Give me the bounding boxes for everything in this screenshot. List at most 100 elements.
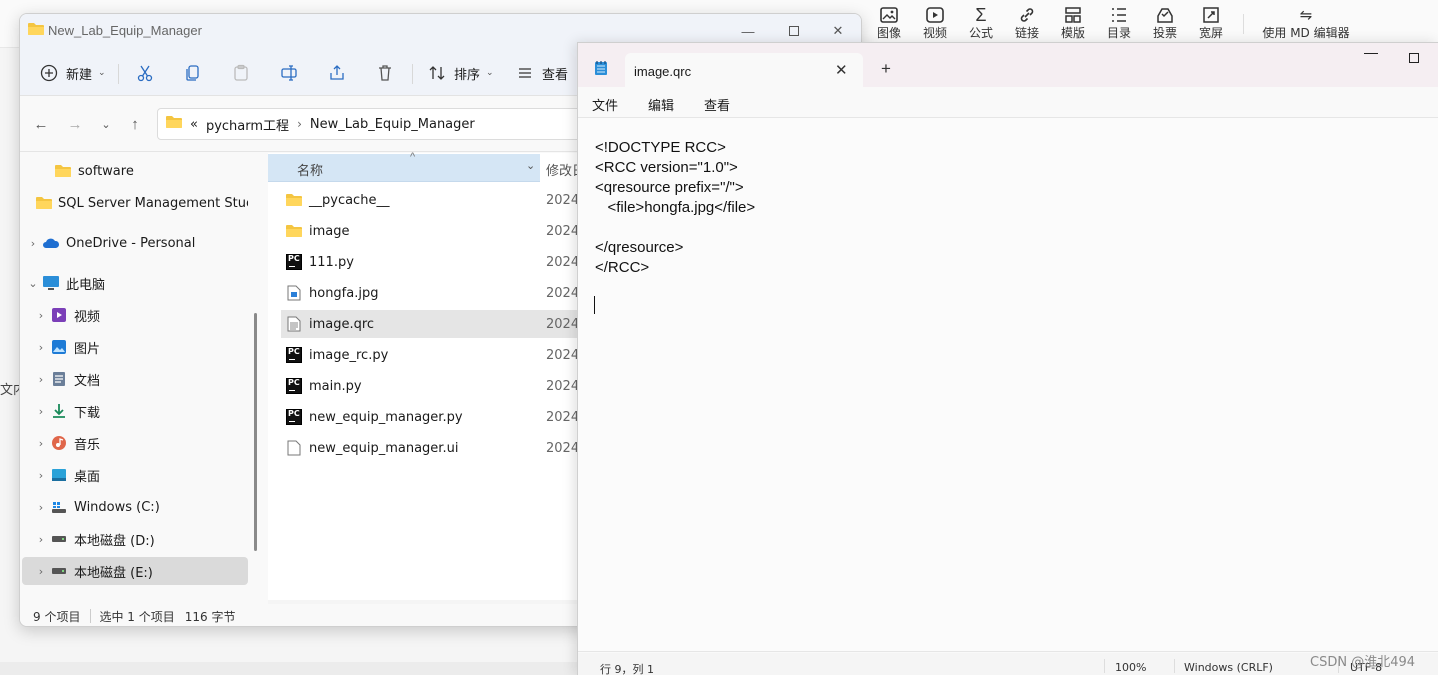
folder-icon <box>36 195 52 211</box>
status-divider <box>90 609 92 623</box>
toc-tool[interactable]: 目录 <box>1096 4 1142 40</box>
documents-icon <box>50 371 68 387</box>
new-button[interactable]: 新建 ⌄ <box>38 60 106 86</box>
wide-screen-tool[interactable]: 宽屏 <box>1188 4 1234 40</box>
file-name: image_rc.py <box>309 347 389 363</box>
view-list-icon <box>514 62 536 84</box>
notepad-tabbar[interactable]: image.qrc ✕ + <box>578 43 1438 87</box>
file-name: 111.py <box>309 254 354 270</box>
file-name: new_equip_manager.ui <box>309 440 459 456</box>
new-tab-icon[interactable]: + <box>881 59 891 79</box>
chevron-right-icon[interactable]: › <box>32 405 50 418</box>
sort-button[interactable]: 排序 ⌄ <box>426 60 494 86</box>
address-bar[interactable]: « pycharm工程 › New_Lab_Equip_Manager <box>157 108 597 140</box>
chevron-right-icon[interactable]: › <box>32 533 50 546</box>
drive-icon <box>50 531 68 547</box>
minimize-button[interactable]: — <box>726 19 770 43</box>
minimize-icon[interactable] <box>1364 53 1378 54</box>
chevron-right-icon[interactable]: › <box>32 309 50 322</box>
text-editor[interactable]: <!DOCTYPE RCC> <RCC version="1.0"> <qres… <box>578 117 1438 652</box>
breadcrumb-item[interactable]: pycharm工程 <box>206 115 289 134</box>
chevron-down-icon[interactable]: ⌄ <box>526 159 535 172</box>
nav-item-pictures[interactable]: › 图片 <box>32 333 258 361</box>
back-button[interactable]: ← <box>27 110 55 138</box>
video-tool[interactable]: 视频 <box>912 4 958 40</box>
chevron-right-icon[interactable]: › <box>32 437 50 450</box>
watermark: CSDN @淮北494 <box>1310 655 1416 670</box>
chevron-right-icon[interactable]: › <box>32 501 50 514</box>
forward-button[interactable]: → <box>61 110 89 138</box>
paste-button[interactable] <box>230 60 252 86</box>
nav-item-drive-e[interactable]: › 本地磁盘 (E:) <box>22 557 248 585</box>
view-button[interactable]: 查看 <box>514 60 568 86</box>
nav-item-videos[interactable]: › 视频 <box>32 301 258 329</box>
formula-tool[interactable]: Σ 公式 <box>958 4 1004 41</box>
nav-item-drive-d[interactable]: › 本地磁盘 (D:) <box>32 525 258 553</box>
chevron-down-icon[interactable]: ⌄ <box>24 277 42 290</box>
menu-view[interactable]: 查看 <box>704 95 730 114</box>
video-icon <box>912 4 958 26</box>
maximize-button[interactable] <box>772 19 816 43</box>
copy-button[interactable] <box>182 60 204 86</box>
item-count: 9 个项目 <box>33 609 81 624</box>
menu-file[interactable]: 文件 <box>592 95 618 114</box>
menu-edit[interactable]: 编辑 <box>648 95 674 114</box>
nav-item-downloads[interactable]: › 下载 <box>32 397 258 425</box>
maximize-icon[interactable] <box>1409 53 1419 63</box>
minimize-icon: — <box>741 23 755 39</box>
toolbar-divider <box>1243 14 1244 34</box>
tab-image-qrc[interactable]: image.qrc ✕ <box>625 53 863 87</box>
nav-item-software[interactable]: software <box>22 157 248 185</box>
delete-button[interactable] <box>374 60 396 86</box>
formula-icon: Σ <box>975 4 987 25</box>
breadcrumb-overflow[interactable]: « <box>190 117 198 132</box>
status-divider <box>1174 659 1175 673</box>
share-button[interactable] <box>326 60 348 86</box>
chevron-right-icon[interactable]: › <box>24 237 42 250</box>
chevron-right-icon: › <box>297 117 302 131</box>
vote-tool[interactable]: 投票 <box>1142 4 1188 40</box>
chevron-down-icon: ⌄ <box>98 68 106 78</box>
chevron-right-icon[interactable]: › <box>32 469 50 482</box>
swap-icon: ⇋ <box>1299 7 1313 24</box>
nav-item-desktop[interactable]: › 桌面 <box>32 461 258 489</box>
nav-item-drive-c[interactable]: › Windows (C:) <box>32 493 258 521</box>
chevron-right-icon[interactable]: › <box>32 565 50 578</box>
nav-item-sql-server[interactable]: SQL Server Management Stuc <box>22 189 248 217</box>
chevron-down-icon: ⌄ <box>101 118 111 131</box>
close-button[interactable]: ✕ <box>816 19 860 43</box>
template-icon <box>1050 4 1096 26</box>
close-tab-icon[interactable]: ✕ <box>835 61 848 79</box>
link-icon <box>1004 4 1050 26</box>
nav-pane-scrollbar[interactable] <box>254 313 257 551</box>
navigation-pane: software SQL Server Management Stuc › On… <box>20 153 260 603</box>
file-name: hongfa.jpg <box>309 285 379 301</box>
recent-locations-button[interactable]: ⌄ <box>92 110 120 138</box>
cut-button[interactable] <box>134 60 156 86</box>
nav-item-music[interactable]: › 音乐 <box>32 429 258 457</box>
zoom-level[interactable]: 100% <box>1115 661 1146 674</box>
nav-item-this-pc[interactable]: ⌄ 此电脑 <box>24 269 250 297</box>
line-ending[interactable]: Windows (CRLF) <box>1184 661 1273 674</box>
text-file-icon <box>285 315 303 333</box>
chevron-right-icon[interactable]: › <box>32 341 50 354</box>
chevron-down-icon: ⌄ <box>486 68 494 78</box>
template-tool[interactable]: 模版 <box>1050 4 1096 40</box>
folder-icon <box>285 222 303 240</box>
nav-item-documents[interactable]: › 文档 <box>32 365 258 393</box>
rename-button[interactable] <box>278 60 300 86</box>
column-header-name[interactable]: ^ 名称 ⌄ <box>268 151 540 182</box>
editor-content[interactable]: <!DOCTYPE RCC> <RCC version="1.0"> <qres… <box>595 138 755 278</box>
breadcrumb-item[interactable]: New_Lab_Equip_Manager <box>310 117 475 132</box>
file-name: __pycache__ <box>309 192 390 208</box>
up-button[interactable]: ↑ <box>121 110 149 138</box>
arrow-right-icon: → <box>67 115 83 133</box>
downloads-icon <box>50 403 68 419</box>
nav-item-onedrive[interactable]: › OneDrive - Personal <box>24 229 250 257</box>
notepad-icon <box>594 60 608 79</box>
chevron-right-icon[interactable]: › <box>32 373 50 386</box>
link-tool[interactable]: 链接 <box>1004 4 1050 40</box>
md-editor-switch[interactable]: ⇋ 使用 MD 编辑器 <box>1258 4 1354 40</box>
image-tool[interactable]: 图像 <box>866 4 912 40</box>
copy-icon <box>182 62 204 84</box>
